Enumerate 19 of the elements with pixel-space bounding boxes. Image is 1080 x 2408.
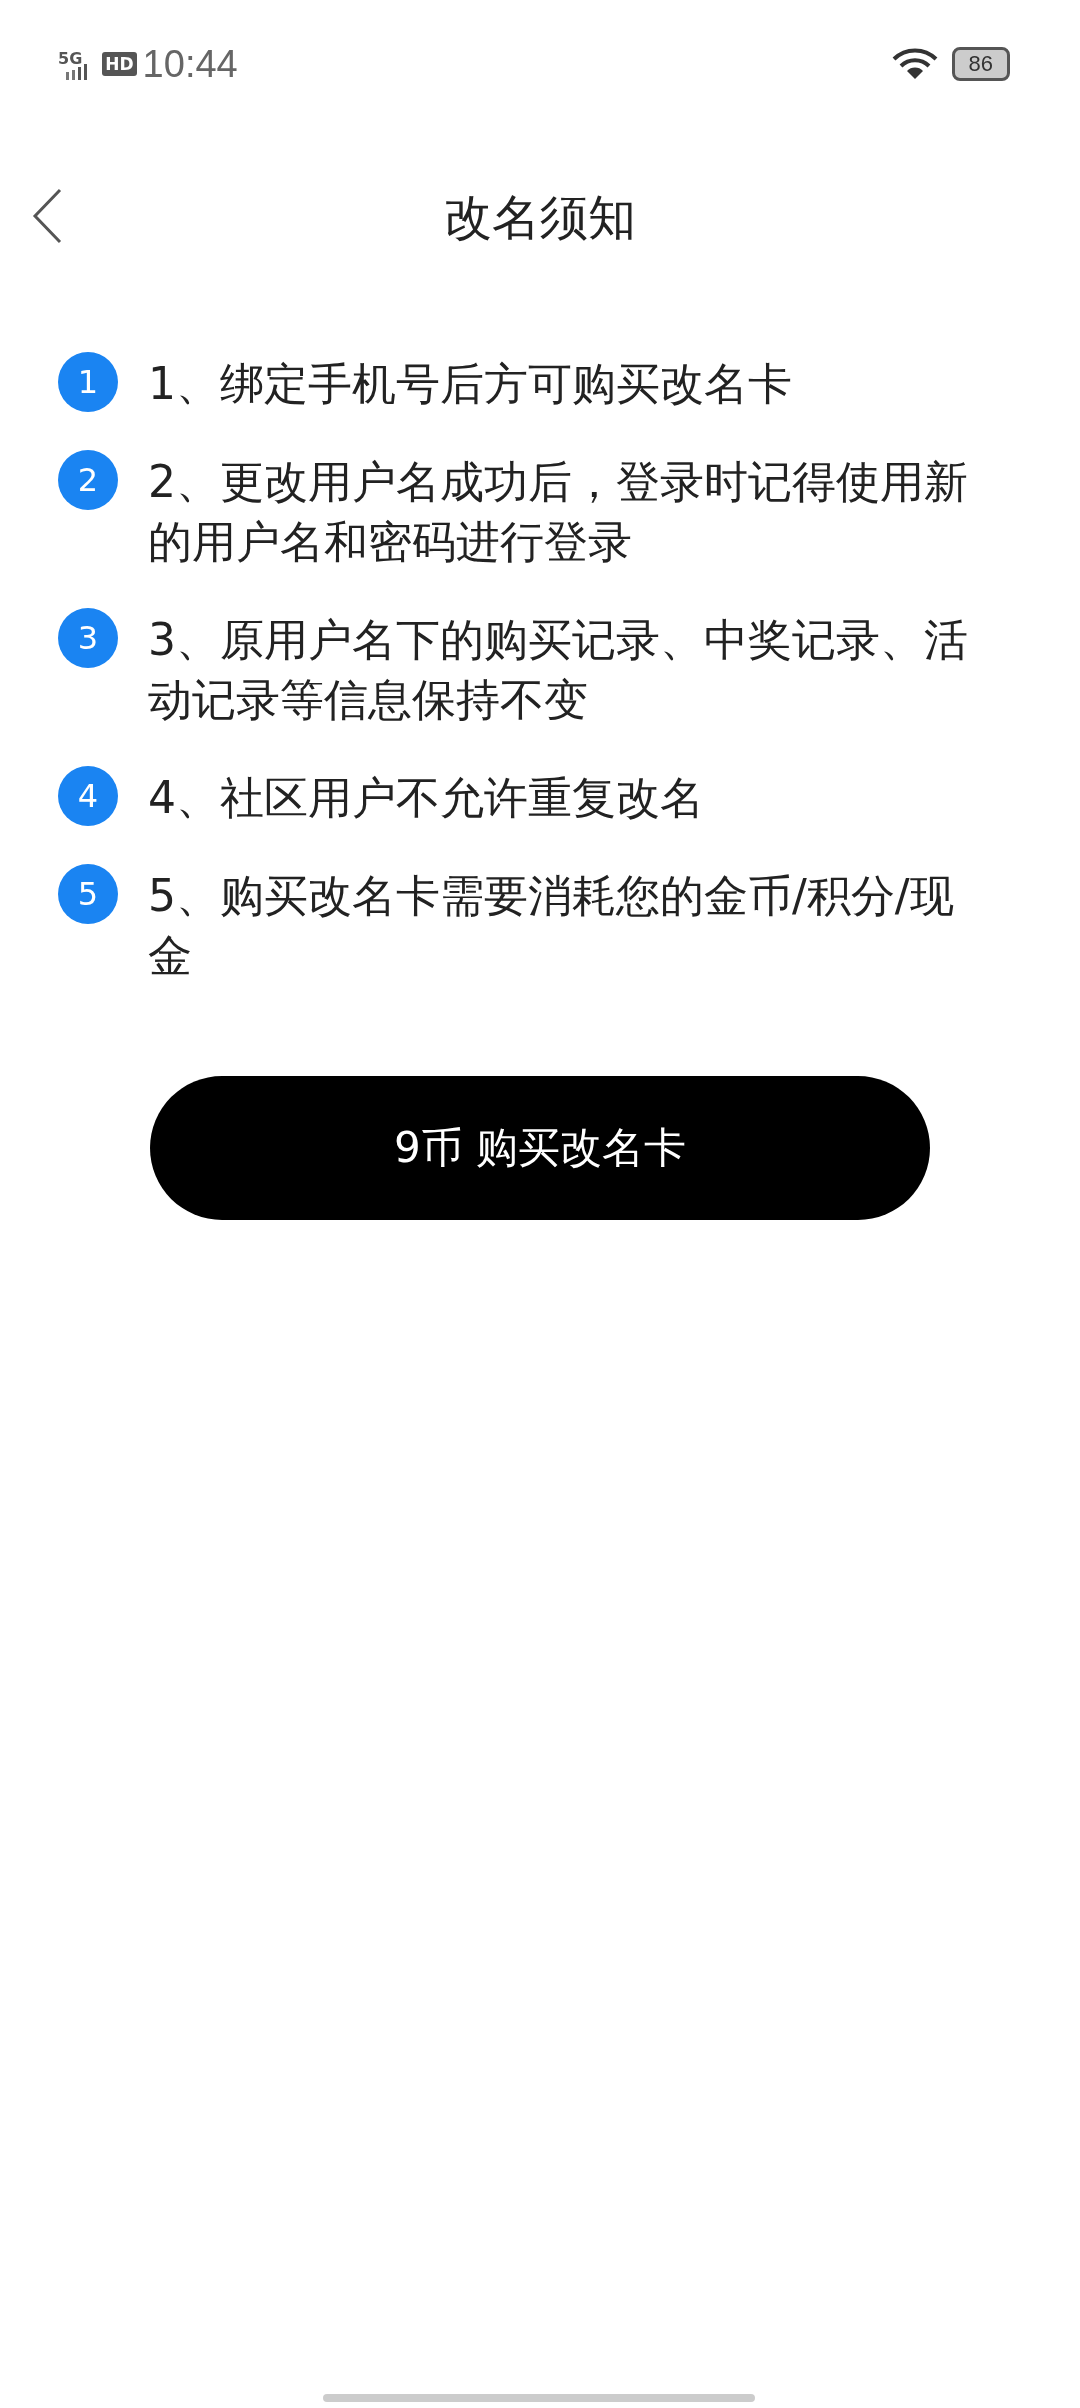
notice-text: 3、原用户名下的购买记录、中奖记录、活动记录等信息保持不变 <box>148 613 969 727</box>
number-badge: 3 <box>58 608 118 668</box>
wifi-icon <box>891 47 938 81</box>
notice-text: 1、绑定手机号后方可购买改名卡 <box>148 357 792 411</box>
network-label: 5G <box>58 48 83 68</box>
number-badge: 4 <box>58 766 118 826</box>
battery-level: 86 <box>951 47 1010 81</box>
notice-text: 4、社区用户不允许重复改名 <box>148 771 704 825</box>
page-title: 改名须知 <box>444 188 636 247</box>
number-badge: 5 <box>58 864 118 924</box>
notice-text: 5、购买改名卡需要消耗您的金币/积分/现金 <box>148 869 955 983</box>
clock-time: 10:44 <box>142 42 238 86</box>
notice-text: 2、更改用户名成功后，登录时记得使用新的用户名和密码进行登录 <box>148 455 969 569</box>
signal-icon <box>66 62 89 80</box>
back-icon[interactable] <box>32 188 62 244</box>
buy-button[interactable]: 9币 购买改名卡 <box>150 1076 930 1220</box>
number-badge: 2 <box>58 450 118 510</box>
number-badge: 1 <box>58 352 118 412</box>
hd-badge: HD <box>102 52 137 76</box>
